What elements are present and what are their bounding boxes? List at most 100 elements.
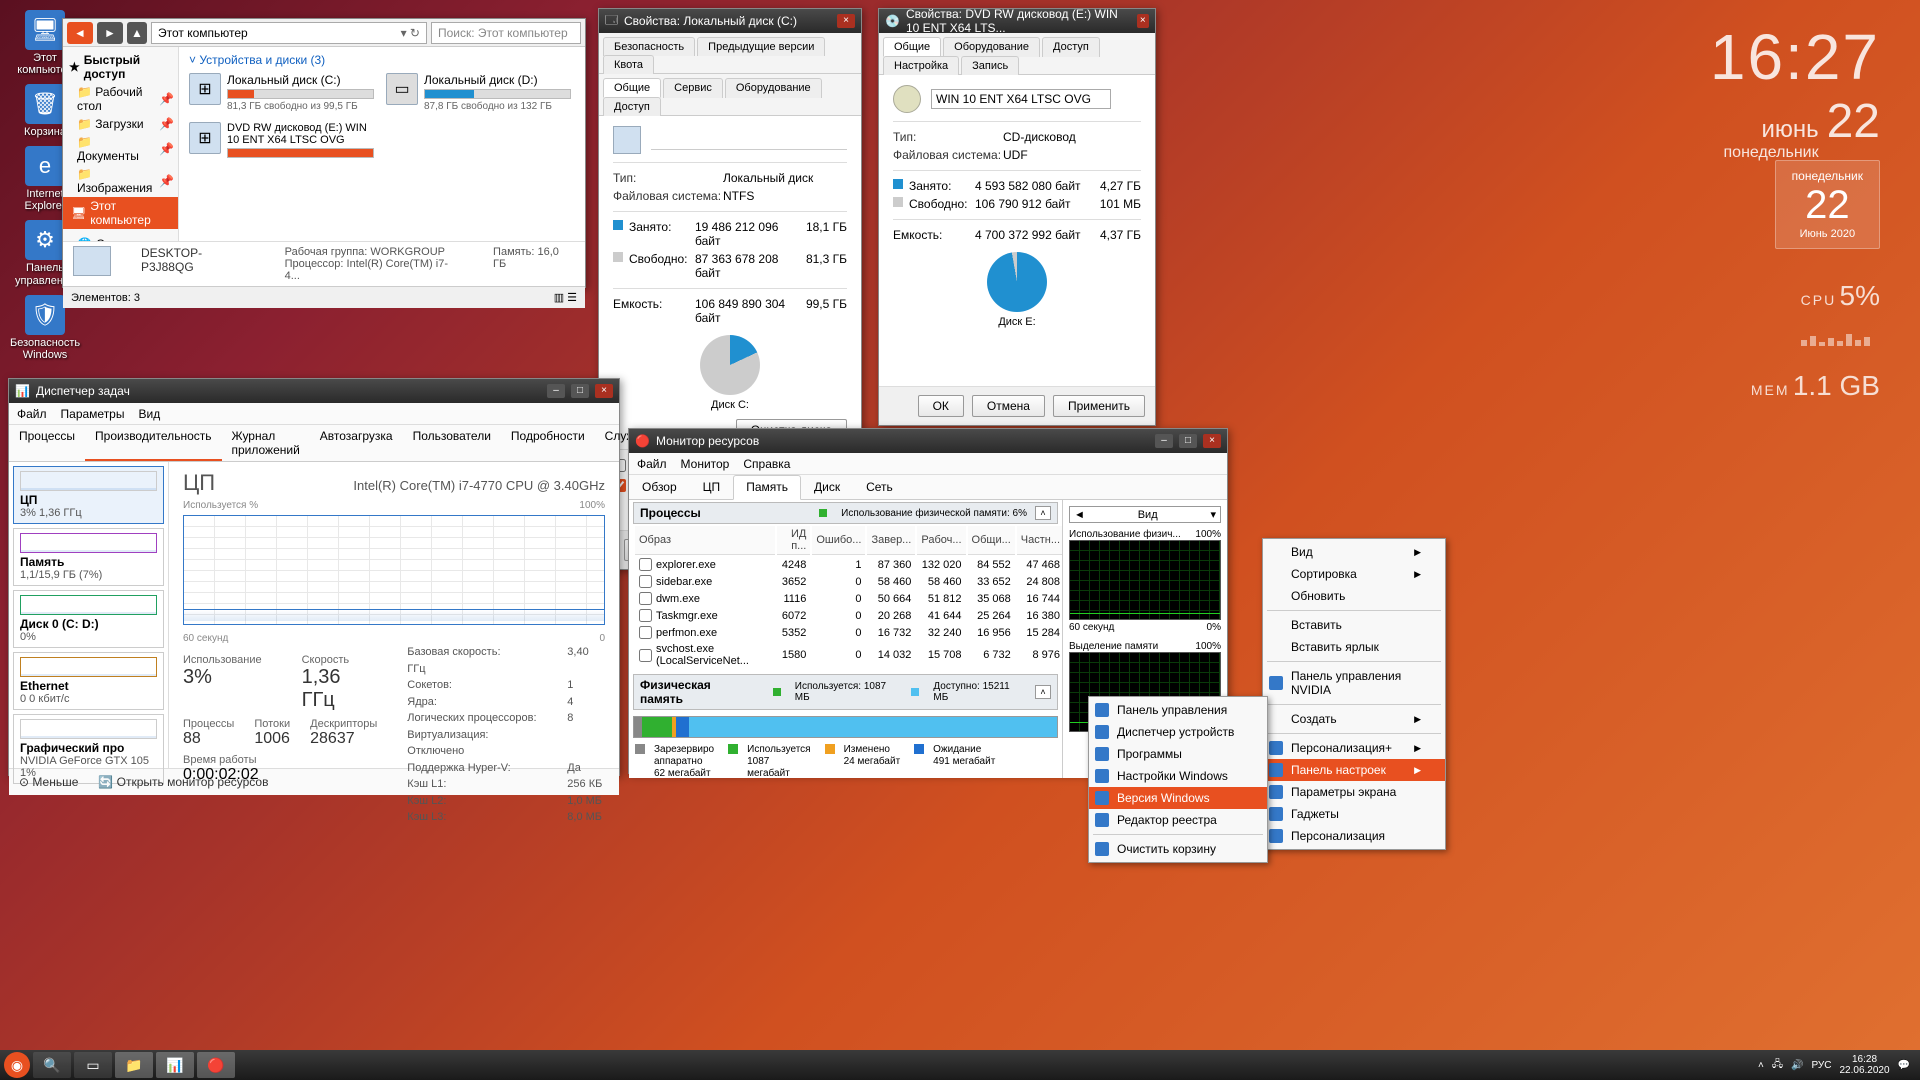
sidebar-item[interactable]: 📁 Загрузки📌 [63,115,178,133]
tab[interactable]: Пользователи [403,425,501,461]
context-menu-item[interactable]: Панель настроек▶ [1263,759,1445,781]
tab[interactable]: Обзор [629,475,690,499]
tray-lang[interactable]: РУС [1811,1060,1831,1071]
close-button[interactable]: × [837,14,855,28]
drive-c[interactable]: ⊞ Локальный диск (C:) 81,3 ГБ свободно и… [189,73,374,112]
context-menu-item[interactable]: Очистить корзину [1089,838,1267,860]
context-menu-item[interactable]: Панель управления NVIDIA [1263,665,1445,701]
tray-notifications-icon[interactable]: 💬 [1898,1060,1910,1071]
context-menu-item[interactable]: Создать▶ [1263,708,1445,730]
taskbar-resmon[interactable]: 🔴 [197,1052,235,1078]
props-tab[interactable]: Сервис [663,78,723,98]
tray-volume-icon[interactable]: 🔊 [1791,1060,1803,1071]
menu-item[interactable]: Файл [17,407,47,421]
sidebar-this-pc[interactable]: 🖥 Этот компьютер [63,197,178,229]
nav-up-button[interactable]: ▲ [127,22,147,44]
drive-name-input[interactable] [651,130,847,150]
drive-d[interactable]: ▭ Локальный диск (D:) 87,8 ГБ свободно и… [386,73,571,112]
collapse-icon[interactable]: ˄ [1035,685,1051,699]
fewer-details-button[interactable]: ⊙ Меньше [19,775,78,789]
apply-button[interactable]: Применить [1053,395,1145,417]
menu-item[interactable]: Справка [743,457,790,471]
context-menu-item[interactable]: Обновить [1263,585,1445,607]
perf-mini[interactable]: Диск 0 (C: D:)0% [13,590,164,648]
props-tab[interactable]: Безопасность [603,37,695,56]
tab[interactable]: Память [733,475,801,500]
sidebar-network[interactable]: 🌐 Сеть [63,235,178,241]
context-menu-item[interactable]: Редактор реестра [1089,809,1267,831]
task-view-button[interactable]: ▭ [74,1052,112,1078]
maximize-button[interactable]: □ [1179,434,1197,448]
props-tab[interactable]: Оборудование [725,78,822,98]
process-row[interactable]: Taskmgr.exe6072020 26841 64425 26416 380 [635,608,1063,623]
devices-group[interactable]: ˅ Устройства и диски (3) [189,53,575,67]
search-input[interactable]: Поиск: Этот компьютер [431,22,581,44]
nav-fwd-button[interactable]: ► [97,22,123,44]
open-resmon-button[interactable]: 🔄 Открыть монитор ресурсов [98,775,268,789]
collapse-icon[interactable]: ˄ [1035,506,1051,520]
context-menu-item[interactable]: Параметры экрана [1263,781,1445,803]
process-row[interactable]: perfmon.exe5352016 73232 24016 95615 284 [635,625,1063,640]
maximize-button[interactable]: □ [571,384,589,398]
props-tab[interactable]: Оборудование [943,37,1040,57]
tab[interactable]: Процессы [9,425,85,461]
start-button[interactable]: ◉ [4,1052,30,1078]
tab[interactable]: Подробности [501,425,595,461]
menu-item[interactable]: Вид [138,407,160,421]
search-button[interactable]: 🔍 [33,1052,71,1078]
context-menu-item[interactable]: Персонализация [1263,825,1445,847]
ok-button[interactable]: ОК [918,395,964,417]
perf-mini[interactable]: Графический проNVIDIA GeForce GTX 1051% [13,714,164,784]
tab[interactable]: Диск [801,475,853,499]
props-tab[interactable]: Общие [603,78,661,98]
nav-back-button[interactable]: ◄ [67,22,93,44]
calendar-widget[interactable]: понедельник 22 Июнь 2020 [1775,160,1880,249]
context-menu-item[interactable]: Сортировка▶ [1263,563,1445,585]
context-menu-item[interactable]: Панель управления [1089,699,1267,721]
sidebar-item[interactable]: 📁 Рабочий стол📌 [63,83,178,115]
props-tab[interactable]: Общие [883,37,941,57]
minimize-button[interactable]: – [547,384,565,398]
minimize-button[interactable]: – [1155,434,1173,448]
taskbar-clock[interactable]: 16:2822.06.2020 [1839,1054,1889,1076]
tab[interactable]: ЦП [690,475,734,499]
close-button[interactable]: × [1137,14,1150,28]
context-menu-item[interactable]: Вид▶ [1263,541,1445,563]
menu-item[interactable]: Параметры [61,407,125,421]
tray-network-icon[interactable]: 🖧 [1772,1057,1783,1074]
processes-panel-header[interactable]: Процессы Использование физической памяти… [633,502,1058,524]
sidebar-item[interactable]: 📁 Документы📌 [63,133,178,165]
perf-mini[interactable]: ЦП3% 1,36 ГГц [13,466,164,524]
perf-mini[interactable]: Память1,1/15,9 ГБ (7%) [13,528,164,586]
view-selector[interactable]: ◄Вид▾ [1069,506,1221,523]
drive-e[interactable]: ⊞ DVD RW дисковод (E:) WIN 10 ENT X64 LT… [189,122,374,160]
close-button[interactable]: × [1203,434,1221,448]
sidebar-quick-access[interactable]: ★ Быстрый доступ [63,51,178,83]
context-menu-item[interactable]: Версия Windows [1089,787,1267,809]
taskbar-taskmgr[interactable]: 📊 [156,1052,194,1078]
tab[interactable]: Журнал приложений [222,425,310,461]
context-menu-item[interactable]: Диспетчер устройств [1089,721,1267,743]
physmem-panel-header[interactable]: Физическая память Используется: 1087 МБ … [633,674,1058,710]
props-tab[interactable]: Запись [961,56,1019,75]
props-tab[interactable]: Доступ [1042,37,1100,57]
context-menu-item[interactable]: Гаджеты [1263,803,1445,825]
props-tab[interactable]: Доступ [603,97,661,116]
perf-mini[interactable]: Ethernet0 0 кбит/с [13,652,164,710]
context-menu-item[interactable]: Персонализация+▶ [1263,737,1445,759]
tab[interactable]: Автозагрузка [310,425,403,461]
taskbar-explorer[interactable]: 📁 [115,1052,153,1078]
props-tab[interactable]: Настройка [883,56,959,75]
address-bar[interactable]: Этот компьютер ▾ ↻ [151,22,427,44]
tab[interactable]: Сеть [853,475,906,499]
tray-chevron-icon[interactable]: ˄ [1758,1060,1764,1071]
tab[interactable]: Производительность [85,425,221,461]
context-menu-item[interactable]: Программы [1089,743,1267,765]
props-tab[interactable]: Предыдущие версии [697,37,825,56]
chevron-down-icon[interactable]: ▾ ↻ [401,26,420,40]
close-button[interactable]: × [595,384,613,398]
process-row[interactable]: explorer.exe4248187 360132 02084 55247 4… [635,557,1063,572]
process-row[interactable]: svchost.exe (LocalServiceNet...1580014 0… [635,642,1063,668]
process-row[interactable]: dwm.exe1116050 66451 81235 06816 744 [635,591,1063,606]
drive-name-input[interactable] [931,89,1111,109]
